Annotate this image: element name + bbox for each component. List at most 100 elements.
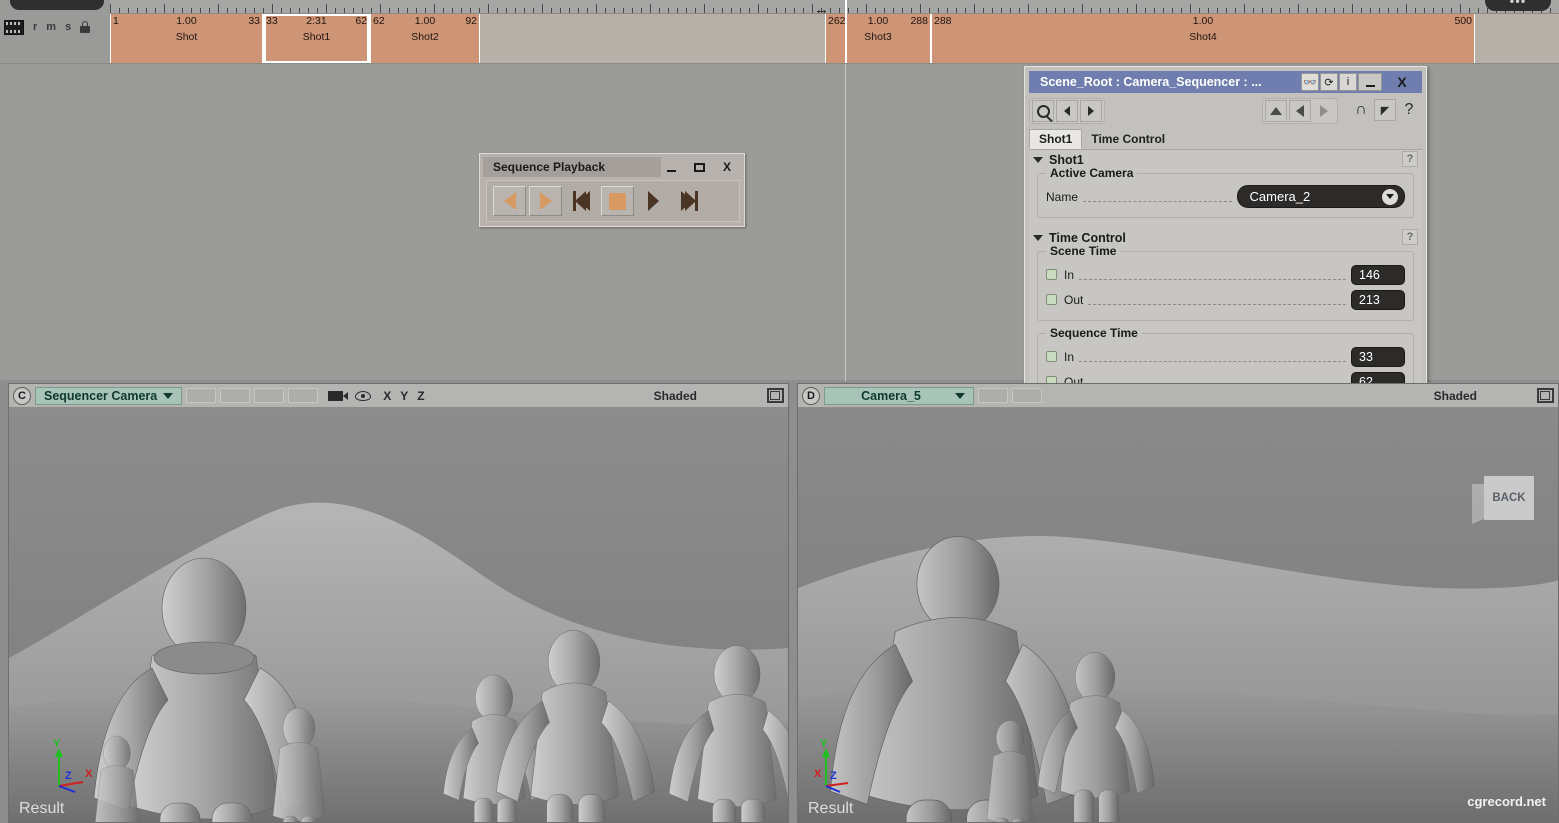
gizmo-label-y: Y (53, 738, 61, 750)
viewport-camera-selector[interactable]: Camera_5 (824, 386, 974, 405)
timeline-right-pill[interactable]: ••• (1485, 0, 1551, 11)
row-scene-time-out: Out 213 (1046, 288, 1405, 311)
maximize-button[interactable] (686, 157, 712, 177)
minimize-button[interactable] (658, 157, 684, 177)
viewport-shading-mode[interactable]: Shaded (654, 389, 697, 403)
ruler-tick (308, 8, 309, 13)
play-button[interactable] (637, 186, 670, 216)
viewport-slot-4[interactable] (288, 388, 319, 403)
ruler-tick (767, 8, 768, 13)
camera-name-dropdown[interactable]: Camera_2 (1236, 185, 1406, 208)
viewport-left[interactable]: C Sequencer Camera X Y Z Shaded Y Z X Re… (8, 383, 789, 823)
ruler-tick (1091, 8, 1092, 13)
collapse-caret-icon[interactable] (1033, 156, 1043, 163)
view-cube[interactable]: BACK (1472, 470, 1538, 532)
timeline-track[interactable]: 1 1.00 33 Shot 51 32 83 33 2:31 62 Sho (110, 14, 1559, 74)
ruler-tick (722, 8, 723, 13)
ruler-tick (947, 8, 948, 13)
chevron-down-icon[interactable] (1382, 188, 1399, 205)
viewport-right-canvas[interactable]: Y Z X BACK Result cgrecord.net (798, 408, 1558, 822)
viewport-expand-icon[interactable] (1537, 388, 1554, 403)
timeline-clip-shot[interactable]: 1 1.00 33 Shot 51 32 83 (110, 14, 263, 74)
timeline-clip-shot2[interactable]: 62 1.00 92 Shot2 223 30 263 (370, 14, 480, 74)
section-help-icon[interactable]: ? (1402, 151, 1418, 167)
viewport-right[interactable]: D Camera_5 Shaded Y Z X BACK Result cgre… (797, 383, 1559, 823)
scene-time-in-field[interactable]: 146 (1351, 264, 1405, 285)
nav-next-button[interactable] (1080, 100, 1102, 122)
timeline-clip-shot1[interactable]: 33 2:31 62 Shot1 146 29 213 (263, 14, 370, 74)
clip-top-right: 92 (465, 15, 477, 27)
viewport-left-scene (9, 408, 788, 822)
ruler-tick (1343, 8, 1344, 13)
viewport-right-result-label: Result (808, 800, 854, 817)
magnifier-icon[interactable] (1032, 100, 1054, 122)
scene-time-out-checkbox[interactable] (1046, 294, 1057, 305)
nav-prev-button[interactable] (1056, 100, 1078, 122)
axis-toggle-z[interactable]: Z (417, 389, 424, 403)
help-button[interactable]: ? (1398, 99, 1420, 121)
eye-visibility-icon[interactable] (352, 387, 374, 405)
glasses-icon[interactable]: 👓 (1301, 73, 1319, 91)
track-letter-r[interactable]: r (33, 21, 37, 33)
viewport-slot-1[interactable] (186, 388, 217, 403)
ruler-tick (326, 4, 327, 13)
property-panel-tabs: Shot1 Time Control (1029, 129, 1422, 150)
viewport-slot-1[interactable] (978, 388, 1008, 403)
magnet-icon[interactable]: ∩ (1350, 99, 1372, 121)
sequence-playback-window[interactable]: Sequence Playback X (479, 153, 745, 227)
camera-icon[interactable] (324, 387, 348, 405)
pin-icon[interactable]: ◤ (1374, 99, 1396, 121)
track-letter-m[interactable]: m (46, 21, 56, 33)
ruler-tick (380, 4, 381, 13)
ruler-tick (1235, 8, 1236, 13)
move-right-button[interactable] (1313, 100, 1335, 122)
timeline-clip-shot4[interactable]: 288 1.00 500 Shot4 288 212 500 (931, 14, 1475, 74)
collapse-caret-icon[interactable] (1033, 234, 1043, 241)
sequence-time-in-field[interactable]: 33 (1351, 346, 1405, 367)
tab-time-control[interactable]: Time Control (1082, 129, 1174, 149)
timeline-clip-shot3[interactable]: 262 1.00 288 Shot3 262 26 288 (825, 14, 931, 74)
stop-button[interactable] (601, 186, 634, 216)
viewport-letter[interactable]: D (802, 386, 820, 405)
step-forward-button[interactable] (529, 186, 562, 216)
viewport-camera-selector[interactable]: Sequencer Camera (35, 386, 183, 405)
chevron-down-icon[interactable] (955, 392, 965, 399)
viewport-slot-2[interactable] (220, 388, 251, 403)
viewport-slot-3[interactable] (254, 388, 285, 403)
tab-shot1[interactable]: Shot1 (1029, 129, 1083, 149)
viewport-slot-2[interactable] (1012, 388, 1042, 403)
scene-time-out-field[interactable]: 213 (1351, 289, 1405, 310)
viewport-expand-icon[interactable] (767, 388, 784, 403)
section-help-icon[interactable]: ? (1402, 229, 1418, 245)
viewport-shading-mode[interactable]: Shaded (1434, 389, 1477, 403)
ruler-tick (1316, 8, 1317, 13)
ruler-tick (443, 8, 444, 13)
axis-toggle-x[interactable]: X (383, 389, 391, 403)
view-cube-back-face[interactable]: BACK (1484, 476, 1534, 520)
chevron-down-icon[interactable] (163, 392, 174, 399)
sequence-time-in-checkbox[interactable] (1046, 351, 1057, 362)
ruler-tick (1154, 8, 1155, 13)
axis-toggle-y[interactable]: Y (400, 389, 408, 403)
panel-minimize-button[interactable] (1358, 73, 1382, 91)
jump-start-button[interactable] (565, 186, 598, 216)
property-panel-titlebar[interactable]: Scene_Root : Camera_Sequencer : ... 👓 ⟳ … (1029, 71, 1422, 93)
ruler-tick (371, 8, 372, 13)
close-button[interactable]: X (714, 157, 740, 177)
jump-end-button[interactable] (673, 186, 706, 216)
panel-close-button[interactable]: X (1382, 73, 1422, 91)
lock-icon[interactable] (80, 21, 91, 33)
viewport-left-canvas[interactable]: Y Z X Result (9, 408, 788, 822)
viewport-letter[interactable]: C (13, 386, 31, 405)
timeline-playhead[interactable] (845, 0, 847, 63)
film-icon[interactable] (4, 19, 24, 35)
move-left-button[interactable] (1289, 100, 1311, 122)
track-letter-s[interactable]: s (65, 21, 71, 33)
group-legend: Active Camera (1046, 166, 1138, 180)
info-icon[interactable]: i (1339, 73, 1357, 91)
step-back-button[interactable] (493, 186, 526, 216)
refresh-icon[interactable]: ⟳ (1320, 73, 1338, 91)
timeline-ruler[interactable] (110, 0, 1559, 14)
scene-time-in-checkbox[interactable] (1046, 269, 1057, 280)
move-up-button[interactable] (1265, 100, 1287, 122)
